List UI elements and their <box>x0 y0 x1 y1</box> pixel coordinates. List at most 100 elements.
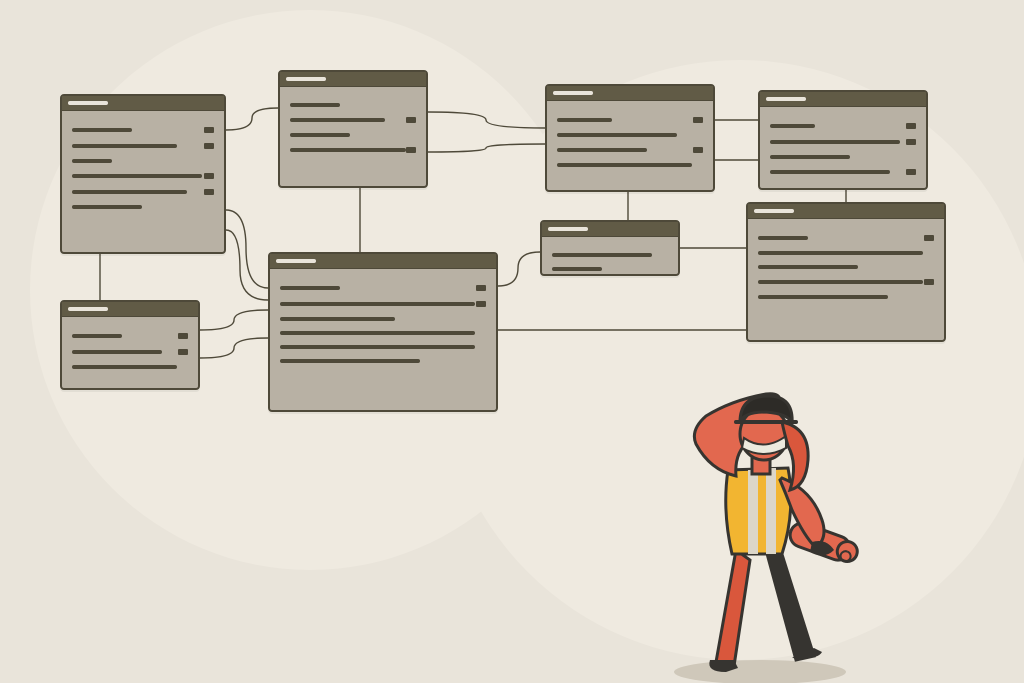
panel-titlebar <box>270 254 496 269</box>
row-chip <box>924 279 934 285</box>
schema-row <box>72 333 188 339</box>
row-line <box>557 163 692 167</box>
row-line <box>290 148 406 152</box>
row-line <box>557 148 647 152</box>
schema-row <box>758 295 934 299</box>
row-line <box>280 286 340 290</box>
row-line <box>758 265 858 269</box>
diagram-canvas <box>0 0 1024 683</box>
row-line <box>280 345 475 349</box>
row-line <box>770 155 850 159</box>
panel-titlebar <box>547 86 713 101</box>
schema-row <box>280 359 486 363</box>
panel-body <box>280 87 426 175</box>
schema-row <box>72 127 214 133</box>
row-line <box>770 124 815 128</box>
row-line <box>72 174 202 178</box>
row-chip <box>906 123 916 129</box>
schema-row <box>290 117 416 123</box>
title-stub <box>276 259 316 263</box>
title-stub <box>754 209 794 213</box>
row-line <box>72 334 122 338</box>
schema-row <box>552 267 668 271</box>
schema-row <box>557 163 703 167</box>
row-line <box>557 118 612 122</box>
title-stub <box>286 77 326 81</box>
panel-titlebar <box>62 96 224 111</box>
engineer-figure <box>640 360 870 683</box>
row-line <box>290 133 350 137</box>
schema-row <box>72 205 214 209</box>
row-line <box>758 295 888 299</box>
row-line <box>770 170 890 174</box>
row-line <box>280 359 420 363</box>
row-line <box>72 128 132 132</box>
row-chip <box>406 117 416 123</box>
panel-body <box>62 317 198 391</box>
panel-body <box>748 219 944 321</box>
row-chip <box>178 349 188 355</box>
row-line <box>72 365 177 369</box>
row-line <box>758 236 808 240</box>
schema-row <box>770 169 916 175</box>
row-line <box>758 251 923 255</box>
panel-titlebar <box>760 92 926 107</box>
row-line <box>280 331 475 335</box>
row-chip <box>204 143 214 149</box>
row-line <box>290 103 340 107</box>
schema-row <box>72 159 214 163</box>
panel-body <box>62 111 224 231</box>
schema-row <box>280 331 486 335</box>
panel-titlebar <box>280 72 426 87</box>
panel-titlebar <box>62 302 198 317</box>
schema-row <box>280 317 486 321</box>
row-line <box>280 302 475 306</box>
panel-body <box>270 269 496 385</box>
schema-row <box>280 285 486 291</box>
row-chip <box>204 127 214 133</box>
row-chip <box>178 333 188 339</box>
schema-row <box>770 123 916 129</box>
row-line <box>72 190 187 194</box>
title-stub <box>766 97 806 101</box>
title-stub <box>553 91 593 95</box>
row-chip <box>476 301 486 307</box>
schema-row <box>557 117 703 123</box>
panel-body <box>547 101 713 189</box>
row-line <box>552 253 652 257</box>
title-stub <box>68 101 108 105</box>
schema-row <box>72 143 214 149</box>
schema-panel <box>268 252 498 412</box>
row-chip <box>906 139 916 145</box>
row-line <box>72 159 112 163</box>
row-chip <box>693 117 703 123</box>
schema-row <box>290 147 416 153</box>
schema-row <box>557 133 703 137</box>
schema-panel <box>278 70 428 188</box>
row-chip <box>924 235 934 241</box>
row-chip <box>906 169 916 175</box>
schema-panel <box>746 202 946 342</box>
row-chip <box>406 147 416 153</box>
row-chip <box>693 147 703 153</box>
schema-panel <box>60 300 200 390</box>
row-chip <box>204 189 214 195</box>
schema-row <box>758 251 934 255</box>
panel-body <box>542 237 678 293</box>
row-line <box>280 317 395 321</box>
schema-row <box>280 301 486 307</box>
schema-row <box>552 253 668 257</box>
panel-body <box>760 107 926 197</box>
schema-row <box>72 189 214 195</box>
schema-row <box>557 147 703 153</box>
row-line <box>72 205 142 209</box>
row-chip <box>476 285 486 291</box>
schema-row <box>290 103 416 107</box>
title-stub <box>68 307 108 311</box>
schema-row <box>770 155 916 159</box>
schema-row <box>290 133 416 137</box>
schema-panel <box>540 220 680 276</box>
schema-panel <box>60 94 226 254</box>
schema-row <box>758 265 934 269</box>
schema-panel <box>758 90 928 190</box>
